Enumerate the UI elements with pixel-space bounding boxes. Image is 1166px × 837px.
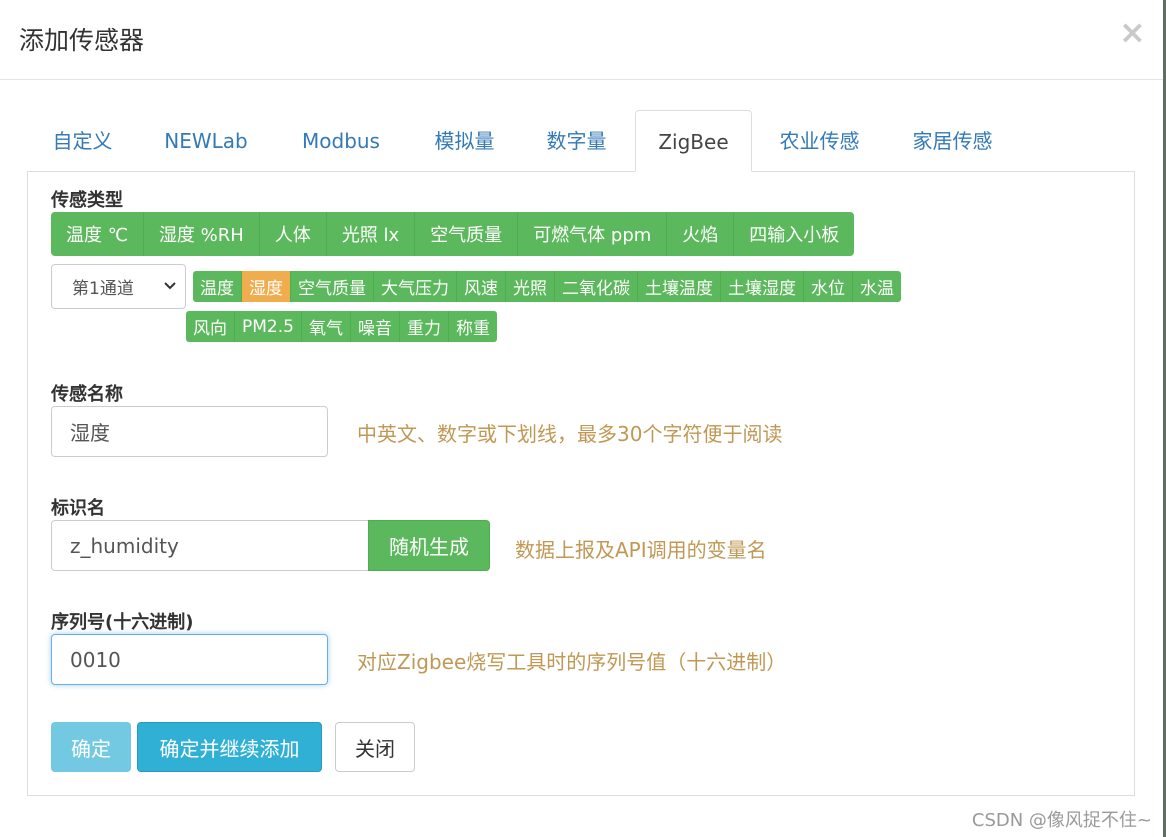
channel-type-button[interactable]: 氧气 — [301, 311, 351, 342]
serial-label: 序列号(十六进制) — [51, 612, 194, 633]
tab-analog[interactable]: 模拟量 — [417, 110, 512, 172]
sensor-name-input[interactable]: 湿度 — [51, 406, 328, 457]
channel-type-button[interactable]: 土壤湿度 — [721, 271, 804, 302]
channel-type-button[interactable]: PM2.5 — [235, 311, 302, 342]
channel-type-button[interactable]: 光照 — [506, 271, 555, 302]
tab-custom[interactable]: 自定义 — [35, 110, 130, 172]
identifier-input[interactable]: z_humidity — [51, 520, 369, 571]
sensor-tabs: 自定义 NEWLab Modbus 模拟量 数字量 ZigBee 农业传感 家居… — [27, 110, 1135, 172]
sensor-type-buttons: 温度 ℃ 湿度 %RH 人体 光照 lx 空气质量 可燃气体 ppm 火焰 四输… — [51, 212, 855, 256]
confirm-continue-button[interactable]: 确定并继续添加 — [137, 722, 322, 772]
channel-type-button[interactable]: 风向 — [186, 311, 235, 342]
channel-type-button[interactable]: 空气质量 — [291, 271, 374, 302]
chevron-down-icon — [163, 276, 177, 301]
serial-input[interactable]: 0010 — [51, 634, 328, 685]
type-button-four-input-board[interactable]: 四输入小板 — [734, 212, 855, 256]
channel-type-button[interactable]: 重力 — [399, 311, 449, 342]
channel-type-button[interactable]: 大气压力 — [374, 271, 457, 302]
channel-select[interactable]: 第1通道 — [51, 264, 186, 309]
random-generate-button[interactable]: 随机生成 — [368, 520, 490, 571]
tab-zigbee[interactable]: ZigBee — [635, 110, 752, 172]
tab-agriculture[interactable]: 农业传感 — [767, 110, 872, 172]
type-button-air-quality[interactable]: 空气质量 — [415, 212, 519, 256]
close-icon[interactable]: × — [1119, 16, 1146, 48]
sensor-name-label: 传感名称 — [51, 384, 123, 405]
modal-header: 添加传感器 × — [0, 0, 1163, 80]
channel-type-buttons-row2: 风向 PM2.5 氧气 噪音 重力 称重 — [186, 311, 497, 342]
modal-title: 添加传感器 — [19, 26, 145, 55]
type-button-temperature[interactable]: 温度 ℃ — [51, 212, 144, 256]
sensor-name-hint: 中英文、数字或下划线，最多30个字符便于阅读 — [357, 422, 783, 446]
serial-hint: 对应Zigbee烧写工具时的序列号值（十六进制） — [357, 650, 787, 674]
channel-select-value: 第1通道 — [72, 279, 134, 299]
identifier-hint: 数据上报及API调用的变量名 — [515, 538, 767, 562]
confirm-button[interactable]: 确定 — [51, 722, 131, 772]
type-button-humidity[interactable]: 湿度 %RH — [143, 212, 260, 256]
watermark: CSDN @像风捉不住~ — [971, 810, 1152, 831]
channel-type-button-selected[interactable]: 湿度 — [242, 271, 291, 302]
close-button[interactable]: 关闭 — [335, 722, 415, 772]
type-button-human[interactable]: 人体 — [259, 212, 327, 256]
channel-type-button[interactable]: 温度 — [193, 271, 242, 302]
sensor-type-label: 传感类型 — [51, 190, 123, 211]
channel-type-button[interactable]: 噪音 — [350, 311, 400, 342]
channel-type-button[interactable]: 称重 — [448, 311, 497, 342]
channel-type-button[interactable]: 风速 — [457, 271, 506, 302]
tab-home[interactable]: 家居传感 — [900, 110, 1005, 172]
tab-digital[interactable]: 数字量 — [529, 110, 624, 172]
channel-type-button[interactable]: 二氧化碳 — [555, 271, 638, 302]
tab-newlab[interactable]: NEWLab — [147, 110, 265, 172]
channel-type-button[interactable]: 水位 — [804, 271, 853, 302]
type-button-flame[interactable]: 火焰 — [667, 212, 735, 256]
type-button-combustible-gas[interactable]: 可燃气体 ppm — [518, 212, 668, 256]
channel-type-buttons-row1: 温度 湿度 空气质量 大气压力 风速 光照 二氧化碳 土壤温度 土壤湿度 水位 … — [193, 271, 901, 302]
channel-type-button[interactable]: 土壤温度 — [638, 271, 721, 302]
identifier-label: 标识名 — [51, 498, 105, 519]
tab-modbus[interactable]: Modbus — [282, 110, 400, 172]
tab-panel — [27, 171, 1135, 796]
channel-type-button[interactable]: 水温 — [853, 271, 901, 302]
type-button-light[interactable]: 光照 lx — [326, 212, 416, 256]
